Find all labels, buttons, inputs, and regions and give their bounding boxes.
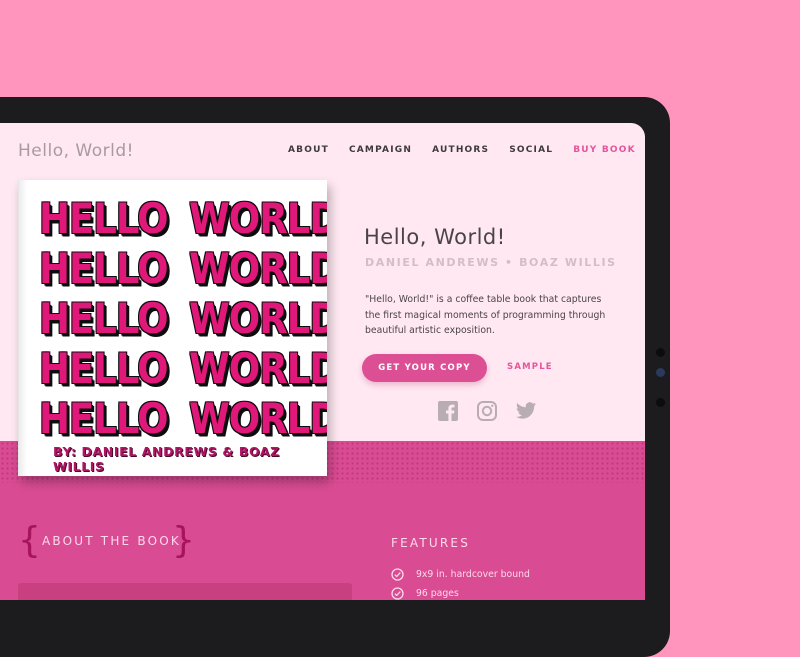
cover-word-world: WORLD! [189,345,327,394]
cover-word-world: WORLD! [189,395,327,444]
feature-item: 96 pages [391,587,459,600]
cover-word-hello: HELLO [39,345,169,394]
left-brace-icon: { [18,520,41,561]
feature-text: 96 pages [416,588,459,599]
facebook-icon[interactable] [437,400,459,422]
nav-authors[interactable]: AUTHORS [432,145,489,155]
about-heading: { ABOUT THE BOOK } [18,520,195,561]
nav-about[interactable]: ABOUT [288,145,329,155]
cover-word-world: WORLD! [189,195,327,244]
about-title: ABOUT THE BOOK [42,534,181,548]
sample-link[interactable]: SAMPLE [507,362,553,372]
side-button [656,398,665,407]
side-button [656,348,665,357]
cover-word-world: WORLD! [189,295,327,344]
brand-logo[interactable]: Hello, World! [18,141,134,161]
cover-word-world: WORLD! [189,245,327,294]
hero-title: Hello, World! [364,225,506,249]
cover-word-hello: HELLO [39,195,169,244]
hero-authors: DANIEL ANDREWS • BOAZ WILLIS [365,256,617,269]
nav-buy-book[interactable]: BUY BOOK [573,145,636,155]
right-brace-icon: } [172,520,195,561]
top-nav: ABOUT CAMPAIGN AUTHORS SOCIAL BUY BOOK [288,145,636,155]
check-circle-icon [391,587,404,600]
nav-campaign[interactable]: CAMPAIGN [349,145,412,155]
book-spine [19,180,27,476]
about-content-card [18,583,352,600]
cover-word-hello: HELLO [39,295,169,344]
feature-text: 9x9 in. hardcover bound [416,569,530,580]
side-button [656,368,665,377]
check-circle-icon [391,568,404,581]
get-your-copy-button[interactable]: GET YOUR COPY [362,354,487,382]
cover-byline: BY: DANIEL ANDREWS & BOAZ WILLIS [53,444,280,474]
feature-item: 9x9 in. hardcover bound [391,568,530,581]
instagram-icon[interactable] [476,400,498,422]
hero-description: "Hello, World!" is a coffee table book t… [365,294,606,336]
social-links [437,400,537,422]
features-title: FEATURES [391,536,471,550]
nav-social[interactable]: SOCIAL [509,145,553,155]
cover-word-hello: HELLO [39,245,169,294]
cover-word-hello: HELLO [39,395,169,444]
book-cover[interactable]: HELLO WORLD! HELLO WORLD! HELLO WORLD! H… [18,180,327,476]
twitter-icon[interactable] [515,400,537,422]
